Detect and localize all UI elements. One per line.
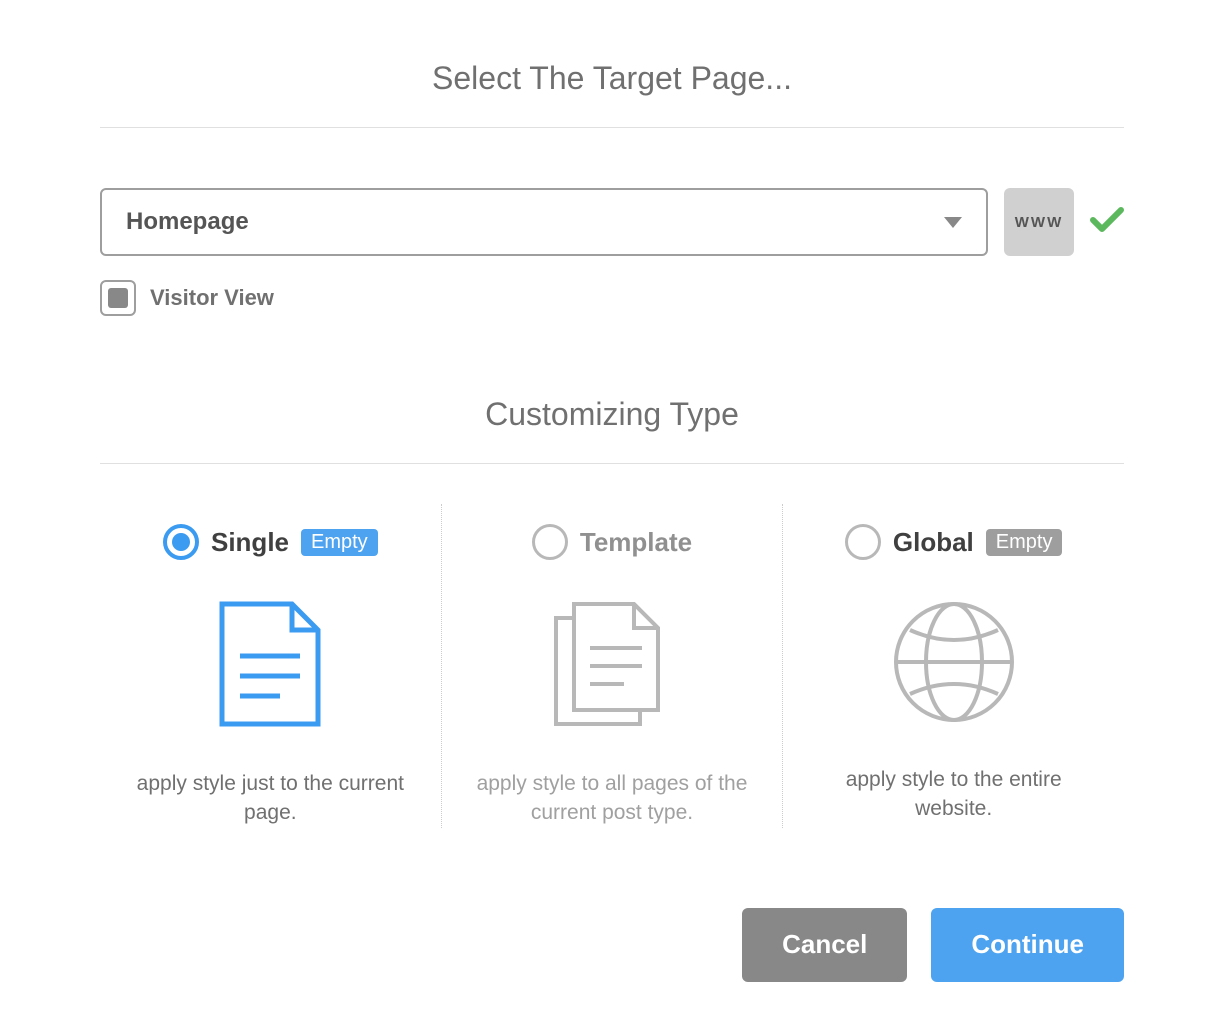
option-header: Global Empty (845, 524, 1063, 560)
visitor-view-checkbox[interactable] (100, 280, 136, 316)
option-header: Template (532, 524, 692, 560)
option-global[interactable]: Global Empty apply style to the entire w… (783, 504, 1124, 828)
page-dropdown-value: Homepage (126, 208, 249, 236)
chevron-down-icon (944, 217, 962, 228)
radio-global[interactable] (845, 524, 881, 560)
option-template[interactable]: Template apply style to all pages of the… (442, 504, 784, 828)
checkbox-inner (108, 288, 128, 308)
visitor-view-row: Visitor View (100, 280, 1124, 396)
documents-icon (552, 600, 672, 733)
radio-template[interactable] (532, 524, 568, 560)
option-single[interactable]: Single Empty apply style just to the cur… (100, 504, 442, 828)
document-icon (218, 600, 322, 733)
www-button[interactable]: WWW (1004, 188, 1074, 256)
radio-single[interactable] (163, 524, 199, 560)
badge-empty: Empty (986, 529, 1063, 556)
option-desc: apply style to all pages of the current … (472, 769, 752, 828)
target-page-title: Select The Target Page... (100, 60, 1124, 127)
cancel-button[interactable]: Cancel (742, 908, 907, 982)
continue-button[interactable]: Continue (931, 908, 1124, 982)
visitor-view-label: Visitor View (150, 285, 274, 311)
globe-icon (892, 600, 1016, 729)
option-header: Single Empty (163, 524, 378, 560)
customizing-type-title: Customizing Type (100, 396, 1124, 463)
option-label: Template (580, 527, 692, 558)
option-label: Single (211, 527, 289, 558)
badge-empty: Empty (301, 529, 378, 556)
option-label: Global (893, 527, 974, 558)
actions-row: Cancel Continue (100, 888, 1124, 982)
check-icon (1090, 206, 1124, 239)
options-row: Single Empty apply style just to the cur… (100, 464, 1124, 888)
option-desc: apply style to the entire website. (814, 765, 1094, 824)
page-dropdown[interactable]: Homepage (100, 188, 988, 256)
option-desc: apply style just to the current page. (130, 769, 410, 828)
page-select-row: Homepage WWW (100, 128, 1124, 280)
radio-inner (172, 533, 190, 551)
